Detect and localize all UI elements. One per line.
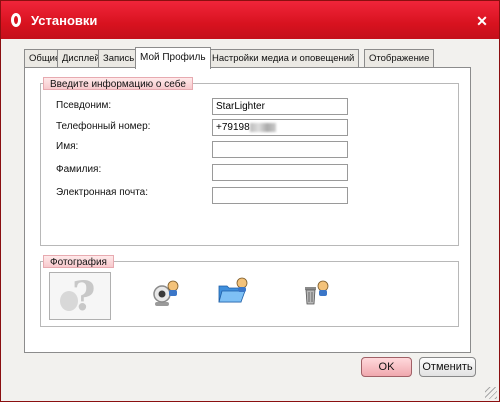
email-input[interactable] [212, 187, 348, 204]
tab-media-notifications[interactable]: Настройки медиа и оповещений [207, 49, 360, 68]
email-label: Электронная почта: [56, 187, 149, 198]
open-folder-icon[interactable] [217, 276, 249, 308]
window-title: Установки [31, 13, 98, 28]
phone-input[interactable]: +79198 [212, 119, 348, 136]
photo-group-title: Фотография [43, 255, 114, 268]
profile-info-group: Введите информацию о себе Псевдоним: Sta… [40, 77, 459, 246]
title-bar[interactable]: Установки ✕ [1, 1, 499, 39]
phone-label: Телефонный номер: [56, 121, 151, 132]
close-button[interactable]: ✕ [475, 14, 489, 28]
tab-appearance[interactable]: Отображение [364, 49, 435, 68]
trash-icon[interactable] [299, 276, 331, 308]
last-name-input[interactable] [212, 164, 348, 181]
webcam-icon[interactable] [149, 278, 181, 310]
first-name-input[interactable] [212, 141, 348, 158]
resize-grip[interactable] [485, 387, 497, 399]
avatar-placeholder-icon[interactable]: ? [49, 272, 111, 320]
ok-button[interactable]: OK [361, 357, 412, 377]
cancel-button[interactable]: Отменить [419, 357, 476, 377]
photo-group: Фотография ? [40, 255, 459, 327]
nickname-input[interactable]: StarLighter [212, 98, 348, 115]
phone-value: +79198 [216, 122, 250, 133]
nickname-label: Псевдоним: [56, 100, 112, 111]
profile-panel: Введите информацию о себе Псевдоним: Sta… [24, 67, 471, 353]
tab-record[interactable]: Запись [98, 49, 140, 68]
profile-info-group-title: Введите информацию о себе [43, 77, 193, 90]
dialog-body: Общие Дисплей Запись Мой Профиль Настрой… [1, 39, 499, 401]
first-name-label: Имя: [56, 141, 79, 152]
question-mark-glyph: ? [72, 273, 96, 320]
last-name-label: Фамилия: [56, 164, 102, 175]
phone-blurred-part [249, 122, 276, 132]
tab-my-profile[interactable]: Мой Профиль [135, 47, 211, 69]
settings-window: Установки ✕ Общие Дисплей Запись Мой Про… [0, 0, 500, 402]
app-logo-icon [11, 13, 21, 27]
